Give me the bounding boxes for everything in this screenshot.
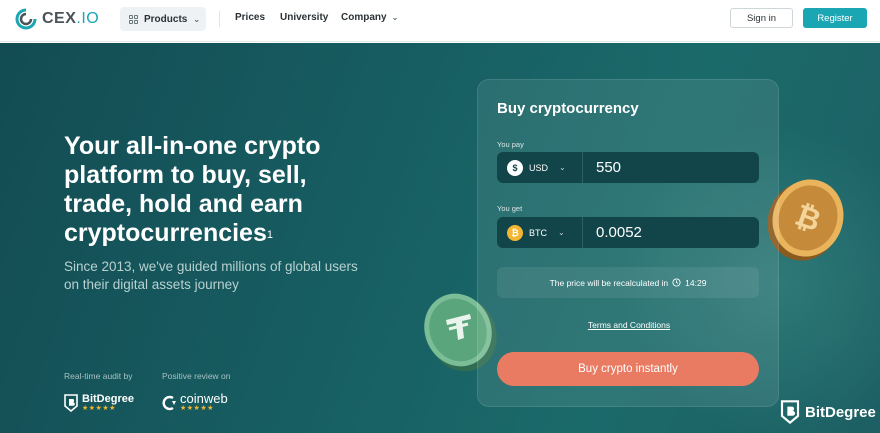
- pay-currency-select[interactable]: $ USD ⌄: [497, 152, 583, 183]
- cexio-logo[interactable]: CEX.IO: [14, 8, 99, 30]
- watermark-text: BitDegree: [805, 403, 876, 421]
- coinweb-review-badge[interactable]: coinweb ★★★★★: [162, 391, 228, 413]
- you-get-label: You get: [497, 204, 523, 213]
- hero-subtext: Since 2013, we've guided millions of glo…: [64, 259, 358, 292]
- buy-crypto-widget: Buy cryptocurrency You pay $ USD ⌄ 550 Y…: [477, 79, 779, 407]
- products-label: Products: [144, 13, 188, 25]
- get-currency-code: BTC: [529, 227, 547, 238]
- bitdegree-audit-badge[interactable]: BitDegree ★★★★★: [64, 393, 134, 413]
- nav-link-company[interactable]: Company ⌄: [341, 12, 398, 23]
- nav-link-university[interactable]: University: [280, 12, 328, 23]
- hero-section: Your all-in-one crypto platform to buy, …: [0, 43, 880, 433]
- clock-icon: [672, 278, 681, 287]
- products-menu-button[interactable]: Products ⌄: [120, 7, 206, 31]
- get-currency-select[interactable]: ₿ BTC ⌄: [497, 217, 583, 248]
- pay-field: $ USD ⌄ 550: [497, 152, 759, 183]
- dollar-icon: $: [507, 159, 523, 176]
- bitdegree-watermark-icon: [780, 400, 800, 424]
- chevron-down-icon: ⌄: [391, 13, 399, 22]
- widget-title: Buy cryptocurrency: [497, 100, 639, 117]
- footnote-marker: 1: [266, 229, 273, 241]
- recalc-text: The price will be recalculated in: [549, 277, 669, 288]
- register-button[interactable]: Register: [803, 8, 867, 28]
- review-label: Positive review on: [162, 371, 231, 381]
- chevron-down-icon: ⌄: [559, 163, 566, 172]
- review-brand-name: coinweb: [180, 391, 228, 406]
- terms-link[interactable]: Terms and Conditions: [478, 320, 780, 330]
- chevron-down-icon: ⌄: [193, 14, 201, 24]
- recalc-timer: 14:29: [685, 277, 707, 288]
- grid-icon: [129, 14, 138, 24]
- chevron-down-icon: ⌄: [558, 228, 565, 237]
- pay-amount-input[interactable]: 550: [596, 159, 621, 176]
- get-field: ₿ BTC ⌄ 0.0052: [497, 217, 759, 248]
- hero-headline: Your all-in-one crypto platform to buy, …: [64, 132, 321, 247]
- audit-label: Real-time audit by: [64, 371, 133, 381]
- nav-link-prices[interactable]: Prices: [235, 12, 265, 23]
- bitdegree-shield-icon: [64, 394, 78, 412]
- sign-in-button[interactable]: Sign in: [730, 8, 793, 28]
- bitdegree-watermark: BitDegree: [780, 400, 876, 424]
- get-amount-value[interactable]: 0.0052: [596, 224, 642, 241]
- logo-text: CEX.IO: [42, 10, 100, 27]
- nav-divider: [219, 11, 220, 27]
- cexio-logo-mark-icon: [15, 8, 37, 30]
- price-recalc-notice: The price will be recalculated in 14:29: [497, 267, 759, 298]
- buy-crypto-button[interactable]: Buy crypto instantly: [497, 352, 759, 386]
- audit-rating-stars: ★★★★★: [82, 405, 116, 412]
- audit-brand-name: BitDegree: [82, 393, 134, 405]
- pay-currency-code: USD: [529, 162, 549, 173]
- top-navbar: CEX.IO Products ⌄ Prices University Comp…: [0, 0, 880, 42]
- bitcoin-icon: ₿: [507, 224, 523, 241]
- coinweb-logo-icon: [162, 395, 176, 411]
- you-pay-label: You pay: [497, 140, 524, 149]
- review-rating-stars: ★★★★★: [180, 405, 214, 412]
- nav-link-company-label: Company: [341, 12, 387, 23]
